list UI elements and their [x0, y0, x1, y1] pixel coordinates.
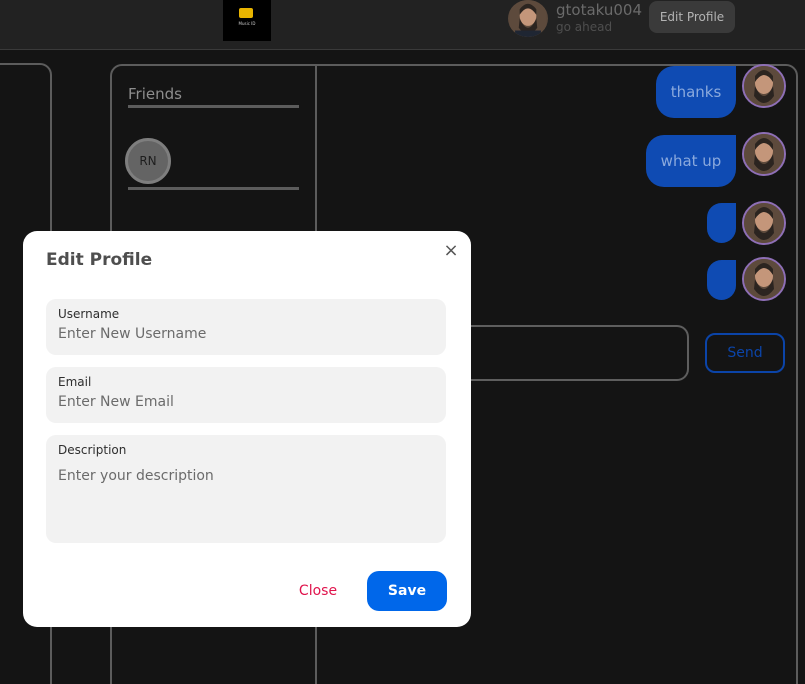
close-icon[interactable]: ×	[443, 241, 459, 261]
message-bubble	[707, 260, 736, 300]
edit-profile-modal: Edit Profile × Username Email Descriptio…	[23, 231, 471, 627]
email-field[interactable]: Email	[46, 367, 446, 423]
save-button[interactable]: Save	[367, 571, 447, 611]
avatar-photo-icon	[744, 259, 784, 299]
avatar-photo-icon	[744, 66, 784, 106]
message-avatar	[742, 64, 786, 108]
email-label: Email	[58, 375, 92, 389]
avatar-photo-icon	[744, 203, 784, 243]
user-avatar[interactable]	[508, 0, 548, 37]
friends-divider-line	[128, 187, 299, 190]
username-label: Username	[58, 307, 120, 321]
app-logo[interactable]: Music ID	[223, 0, 271, 41]
header-username: gtotaku004	[556, 1, 643, 19]
chat-message-input[interactable]	[440, 325, 689, 381]
logo-icon	[239, 8, 253, 18]
friends-title: Friends	[128, 85, 182, 103]
close-button[interactable]: Close	[293, 571, 343, 611]
description-input[interactable]	[58, 468, 434, 538]
email-input[interactable]	[58, 394, 434, 410]
send-button[interactable]: Send	[705, 333, 785, 373]
header-status: go ahead	[556, 20, 613, 34]
logo-text: Music ID	[238, 21, 256, 26]
friend-avatar[interactable]: RN	[125, 138, 171, 184]
username-input[interactable]	[58, 326, 434, 342]
top-header: Music ID gtotaku004 go ahead Edit Profil…	[0, 0, 805, 50]
avatar-photo-icon	[744, 134, 784, 174]
message-bubble: what up	[646, 135, 736, 187]
friends-title-underline	[128, 105, 299, 108]
description-field[interactable]: Description	[46, 435, 446, 543]
message-avatar	[742, 201, 786, 245]
message-bubble	[707, 203, 736, 243]
username-field[interactable]: Username	[46, 299, 446, 355]
message-bubble: thanks	[656, 66, 736, 118]
message-avatar	[742, 132, 786, 176]
message-avatar	[742, 257, 786, 301]
modal-title: Edit Profile	[46, 250, 153, 270]
avatar-photo-icon	[509, 0, 547, 37]
edit-profile-button[interactable]: Edit Profile	[649, 1, 735, 33]
description-label: Description	[58, 443, 127, 457]
